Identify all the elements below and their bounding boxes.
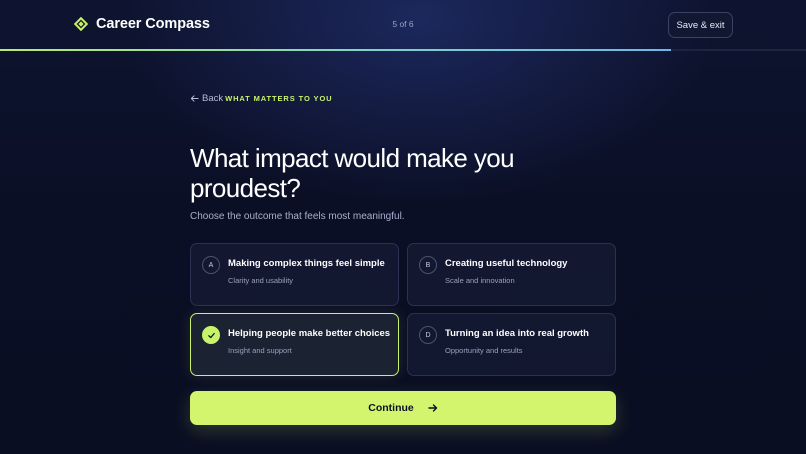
- question-subtitle: Choose the outcome that feels most meani…: [190, 211, 405, 222]
- option-a-key: A: [202, 256, 220, 274]
- top-bar: Career Compass 5 of 6 Save & exit: [0, 0, 806, 50]
- option-c-badge: [202, 326, 220, 344]
- check-icon: [207, 332, 215, 338]
- arrow-left-icon: [190, 95, 199, 102]
- option-c-subtitle: Insight and support: [228, 346, 292, 355]
- option-b-key: B: [419, 256, 437, 274]
- question-title: What impact would make you proudest?: [190, 143, 515, 203]
- option-b[interactable]: B Creating useful technology Scale and i…: [407, 243, 616, 306]
- back-label: Back: [202, 93, 224, 104]
- option-a[interactable]: A Making complex things feel simple Clar…: [190, 243, 399, 306]
- option-d[interactable]: D Turning an idea into real growth Oppor…: [407, 313, 616, 376]
- save-exit-button[interactable]: Save & exit: [668, 12, 733, 38]
- option-c[interactable]: Helping people make better choices Insig…: [190, 313, 399, 376]
- breadcrumb: Back WHAT MATTERS TO YOU: [190, 93, 333, 104]
- progress-bar: [0, 49, 806, 51]
- progress-bar-fill: [0, 49, 672, 51]
- option-c-title: Helping people make better choices: [228, 328, 391, 339]
- option-d-subtitle: Opportunity and results: [445, 346, 523, 355]
- option-a-title: Making complex things feel simple: [228, 258, 385, 269]
- option-d-title: Turning an idea into real growth: [445, 328, 589, 339]
- question-panel: Back WHAT MATTERS TO YOU What impact wou…: [0, 0, 806, 454]
- continue-button[interactable]: Continue: [190, 391, 616, 425]
- back-link[interactable]: Back: [190, 93, 223, 104]
- option-b-subtitle: Scale and innovation: [445, 276, 515, 285]
- section-label: WHAT MATTERS TO YOU: [225, 94, 333, 103]
- option-d-key: D: [419, 326, 437, 344]
- continue-label: Continue: [368, 402, 414, 414]
- option-b-title: Creating useful technology: [445, 258, 568, 269]
- arrow-right-icon: [428, 404, 437, 412]
- option-a-subtitle: Clarity and usability: [228, 276, 294, 285]
